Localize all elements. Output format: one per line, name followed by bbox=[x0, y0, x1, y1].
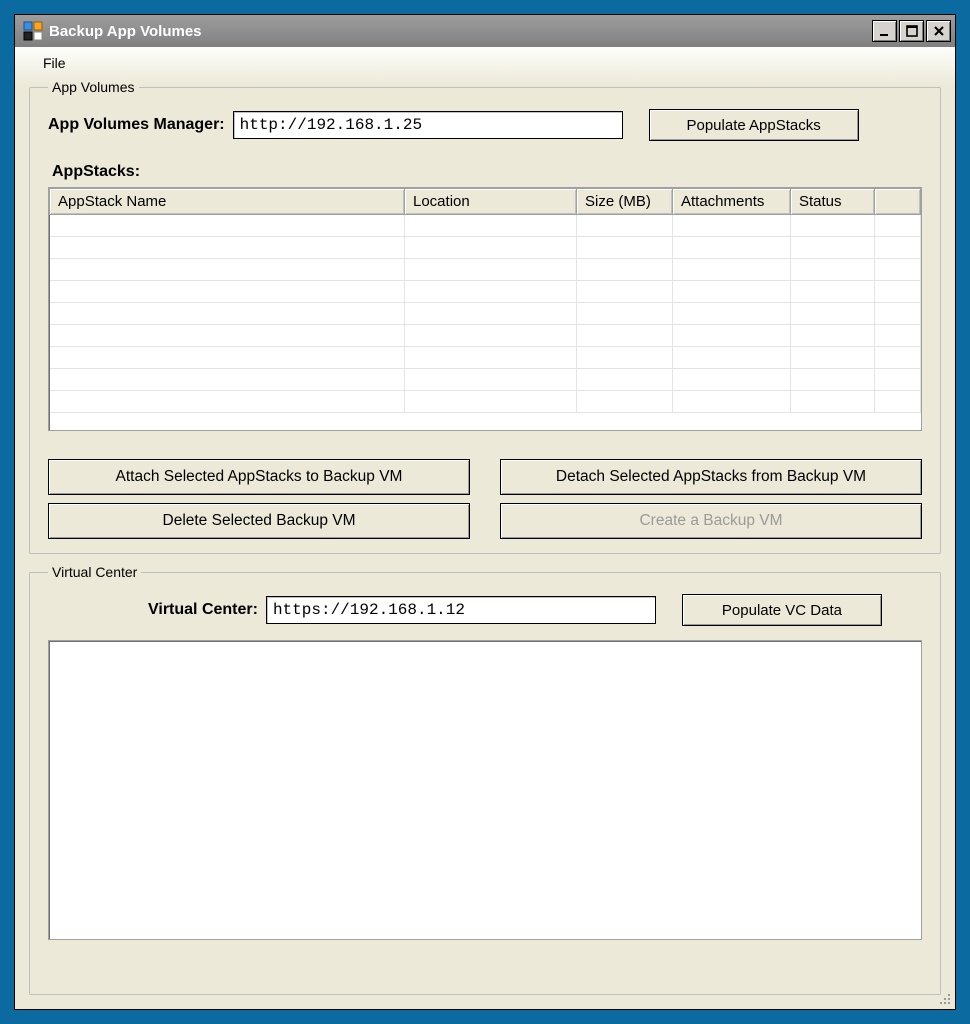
app-icon bbox=[23, 21, 43, 41]
titlebar: Backup App Volumes bbox=[15, 15, 955, 47]
populate-vc-button[interactable]: Populate VC Data bbox=[682, 594, 882, 626]
group-app-volumes-legend: App Volumes bbox=[48, 79, 139, 95]
manager-label: App Volumes Manager: bbox=[48, 116, 225, 134]
col-appstack-name[interactable]: AppStack Name bbox=[50, 189, 405, 215]
resize-grip-icon[interactable] bbox=[936, 990, 952, 1006]
col-status[interactable]: Status bbox=[791, 189, 875, 215]
maximize-button[interactable] bbox=[899, 20, 924, 42]
table-row[interactable] bbox=[50, 281, 921, 303]
table-row[interactable] bbox=[50, 325, 921, 347]
close-button[interactable] bbox=[926, 20, 951, 42]
col-location[interactable]: Location bbox=[405, 189, 577, 215]
col-filler bbox=[875, 189, 921, 215]
delete-button[interactable]: Delete Selected Backup VM bbox=[48, 503, 470, 539]
col-size[interactable]: Size (MB) bbox=[577, 189, 673, 215]
detach-button[interactable]: Detach Selected AppStacks from Backup VM bbox=[500, 459, 922, 495]
window-title: Backup App Volumes bbox=[49, 23, 202, 40]
group-app-volumes: App Volumes App Volumes Manager: Populat… bbox=[29, 79, 941, 554]
vc-data-panel[interactable] bbox=[48, 640, 922, 940]
table-row[interactable] bbox=[50, 347, 921, 369]
create-button: Create a Backup VM bbox=[500, 503, 922, 539]
group-virtual-center: Virtual Center Virtual Center: Populate … bbox=[29, 564, 941, 995]
col-attachments[interactable]: Attachments bbox=[673, 189, 791, 215]
table-row[interactable] bbox=[50, 369, 921, 391]
menu-file[interactable]: File bbox=[37, 53, 72, 73]
appstacks-label: AppStacks: bbox=[52, 163, 922, 181]
appstacks-table[interactable]: AppStack Name Location Size (MB) Attachm… bbox=[48, 187, 922, 431]
table-row[interactable] bbox=[50, 391, 921, 413]
menubar: File bbox=[29, 47, 941, 77]
table-row[interactable] bbox=[50, 237, 921, 259]
populate-appstacks-button[interactable]: Populate AppStacks bbox=[649, 109, 859, 141]
manager-input[interactable] bbox=[233, 111, 623, 139]
table-row[interactable] bbox=[50, 215, 921, 237]
vc-input[interactable] bbox=[266, 596, 656, 624]
app-window: Backup App Volumes File App Volumes App … bbox=[14, 14, 956, 1010]
vc-label: Virtual Center: bbox=[148, 601, 258, 619]
minimize-button[interactable] bbox=[872, 20, 897, 42]
table-row[interactable] bbox=[50, 303, 921, 325]
table-row[interactable] bbox=[50, 259, 921, 281]
attach-button[interactable]: Attach Selected AppStacks to Backup VM bbox=[48, 459, 470, 495]
group-virtual-center-legend: Virtual Center bbox=[48, 564, 141, 580]
